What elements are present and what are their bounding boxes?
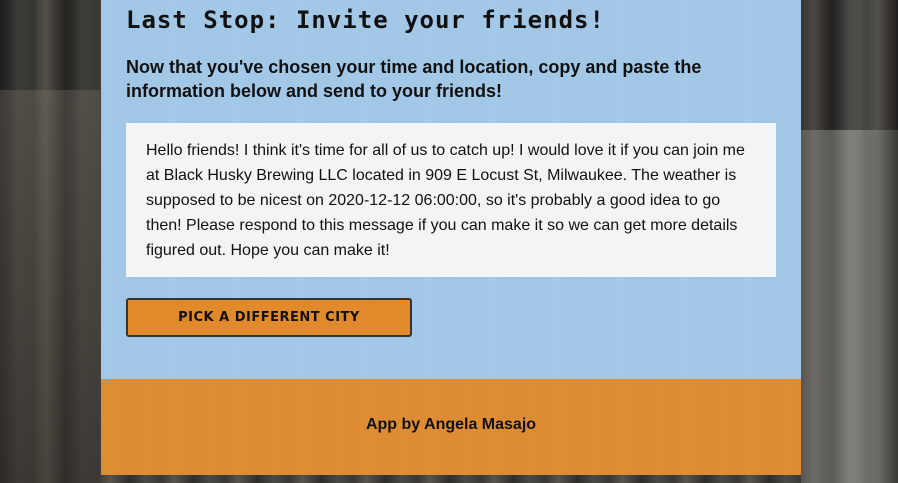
invite-message-text[interactable]: Hello friends! I think it's time for all… [146,138,756,263]
intro-text: Now that you've chosen your time and loc… [126,57,702,101]
footer: App by Angela Masajo [101,379,801,475]
background-tank-left [0,90,100,483]
footer-credit: App by Angela Masajo [365,416,537,433]
page-title: Last Stop: Invite your friends! [126,6,605,34]
content-panel: Last Stop: Invite your friends! Now that… [101,0,801,475]
pick-different-city-button[interactable]: PICK A DIFFERENT CITY [126,298,412,337]
invite-message-box[interactable]: Hello friends! I think it's time for all… [126,123,776,277]
background-tank-right [801,130,898,483]
